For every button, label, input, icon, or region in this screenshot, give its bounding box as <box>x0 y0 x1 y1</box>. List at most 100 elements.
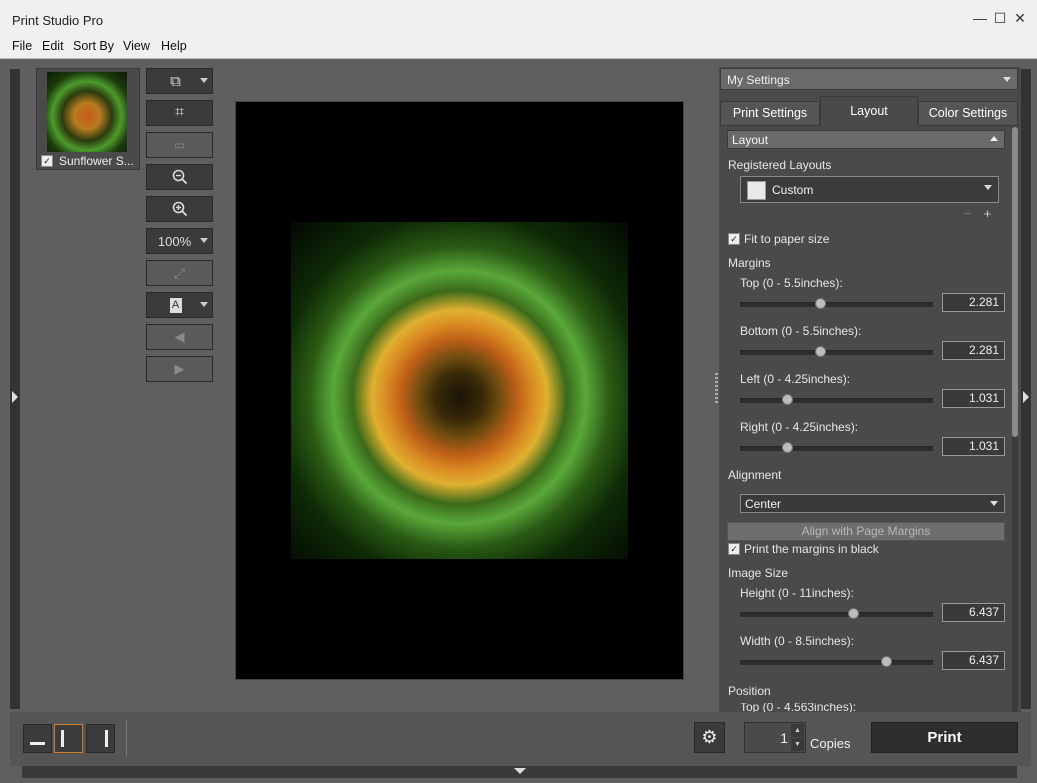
remove-layout-button[interactable]: − <box>964 206 984 221</box>
collapse-icon <box>990 136 998 141</box>
next-button[interactable]: ▶ <box>146 356 213 382</box>
layout-left-icon <box>61 730 64 747</box>
image-height-label: Height (0 - 11inches): <box>740 586 854 600</box>
previous-icon: ◀ <box>174 329 185 344</box>
text-icon: A <box>169 297 182 313</box>
panel-scrollbar[interactable] <box>1012 127 1018 712</box>
slider-knob[interactable] <box>814 298 826 309</box>
slider-knob[interactable] <box>781 442 793 453</box>
fit-icon: ⤢ <box>173 264 186 281</box>
settings-dropdown-value: My Settings <box>727 73 790 87</box>
scrollbar-thumb[interactable] <box>1012 127 1018 437</box>
slider-knob[interactable] <box>881 656 893 667</box>
margin-right-input[interactable]: 1.031 <box>942 437 1005 456</box>
layout-bottom-button[interactable] <box>23 724 52 753</box>
window-title: Print Studio Pro <box>12 13 104 28</box>
image-info-button[interactable]: ▭ <box>146 132 213 158</box>
margin-top-label: Top (0 - 5.5inches): <box>740 276 843 290</box>
settings-panel: My Settings Print Settings Layout Color … <box>719 67 1021 714</box>
menu-edit[interactable]: Edit <box>42 39 64 53</box>
thumbnail-label: Sunflower S... <box>59 154 134 168</box>
layout-right-button[interactable] <box>86 724 115 753</box>
left-panel-toggle[interactable] <box>10 69 20 709</box>
alignment-value: Center <box>745 497 782 511</box>
layout-add-remove: −+ <box>964 206 1003 221</box>
menu-help[interactable]: Help <box>161 39 187 53</box>
tab-layout[interactable]: Layout <box>820 96 918 126</box>
add-layout-button[interactable]: + <box>984 206 1004 221</box>
thumbnail-card[interactable]: ✓ Sunflower S... <box>36 68 140 170</box>
margin-bottom-input[interactable]: 2.281 <box>942 341 1005 360</box>
maximize-button[interactable]: ☐ <box>993 10 1007 27</box>
text-button[interactable]: A <box>146 292 213 318</box>
menu-sort-by[interactable]: Sort By <box>73 39 114 53</box>
tab-print-settings[interactable]: Print Settings <box>720 101 820 126</box>
menu-file[interactable]: File <box>12 39 32 53</box>
image-height-input[interactable]: 6.437 <box>942 603 1005 622</box>
layout-left-button[interactable] <box>54 724 83 753</box>
settings-dropdown[interactable]: My Settings <box>720 68 1018 90</box>
thumbnail-image[interactable] <box>47 72 127 152</box>
chevron-down-icon <box>200 238 208 243</box>
menu-view[interactable]: View <box>123 39 150 53</box>
zoom-level-select[interactable]: 100% <box>146 228 213 254</box>
layout-section-header[interactable]: Layout <box>727 130 1005 149</box>
margin-top-input[interactable]: 2.281 <box>942 293 1005 312</box>
fit-view-button[interactable]: ⤢ <box>146 260 213 286</box>
copies-value[interactable]: 1 <box>780 730 788 746</box>
chevron-down-icon <box>1003 77 1011 82</box>
margin-right-label: Right (0 - 4.25inches): <box>740 420 859 434</box>
chevron-down-icon <box>984 185 992 190</box>
panel-resize-grip[interactable] <box>715 373 718 403</box>
image-width-label: Width (0 - 8.5inches): <box>740 634 855 648</box>
zoom-in-button[interactable] <box>146 196 213 222</box>
chevron-down-icon <box>990 501 998 506</box>
fit-to-paper-label: Fit to paper size <box>744 232 830 246</box>
slider-knob[interactable] <box>814 346 826 357</box>
chevron-down-icon <box>200 78 208 83</box>
close-button[interactable]: ✕ <box>1013 10 1027 27</box>
window-controls: — ☐ ✕ <box>973 10 1027 27</box>
fit-to-paper-checkbox[interactable]: ✓ <box>728 233 740 245</box>
print-button[interactable]: Print <box>871 722 1018 753</box>
margin-left-input[interactable]: 1.031 <box>942 389 1005 408</box>
thumbnail-checkbox[interactable]: ✓ <box>41 155 53 167</box>
tab-color-settings[interactable]: Color Settings <box>918 101 1018 126</box>
image-height-slider[interactable] <box>740 608 933 619</box>
preferences-button[interactable]: ⚙ <box>694 722 725 753</box>
margin-right-slider[interactable] <box>740 442 933 453</box>
layout-right-icon <box>105 730 108 747</box>
registered-layout-value: Custom <box>772 183 814 197</box>
slider-knob[interactable] <box>781 394 793 405</box>
print-margins-black-checkbox[interactable]: ✓ <box>728 543 740 555</box>
right-panel-toggle[interactable] <box>1021 69 1031 709</box>
margin-left-label: Left (0 - 4.25inches): <box>740 372 851 386</box>
image-info-icon: ▭ <box>173 138 186 152</box>
decrement-copies-button[interactable]: ▼ <box>791 738 804 751</box>
registered-layouts-dropdown[interactable]: Custom <box>740 176 999 203</box>
zoom-out-button[interactable] <box>146 164 213 190</box>
chevron-down-icon <box>200 302 208 307</box>
margin-top-slider[interactable] <box>740 298 933 309</box>
divider <box>126 720 127 756</box>
alignment-label: Alignment <box>728 468 782 482</box>
layout-switch-button[interactable]: ⧉ <box>146 68 213 94</box>
previous-button[interactable]: ◀ <box>146 324 213 350</box>
bottom-panel-toggle[interactable] <box>22 766 1017 778</box>
copies-stepper[interactable]: 1 ▲ ▼ <box>744 722 806 753</box>
crop-button[interactable]: ⌗ <box>146 100 213 126</box>
next-icon: ▶ <box>174 361 185 376</box>
increment-copies-button[interactable]: ▲ <box>791 724 804 737</box>
layout-bottom-icon <box>30 742 45 745</box>
margin-left-slider[interactable] <box>740 394 933 405</box>
image-width-slider[interactable] <box>740 656 933 667</box>
image-size-label: Image Size <box>728 566 789 580</box>
minimize-button[interactable]: — <box>973 10 987 27</box>
alignment-dropdown[interactable]: Center <box>740 494 1005 513</box>
image-width-input[interactable]: 6.437 <box>942 651 1005 670</box>
margin-bottom-slider[interactable] <box>740 346 933 357</box>
slider-knob[interactable] <box>847 608 859 619</box>
sunflower-photo[interactable] <box>291 222 628 559</box>
zoom-level-value: 100% <box>157 233 192 249</box>
align-with-page-margins-button[interactable]: Align with Page Margins <box>727 522 1005 541</box>
